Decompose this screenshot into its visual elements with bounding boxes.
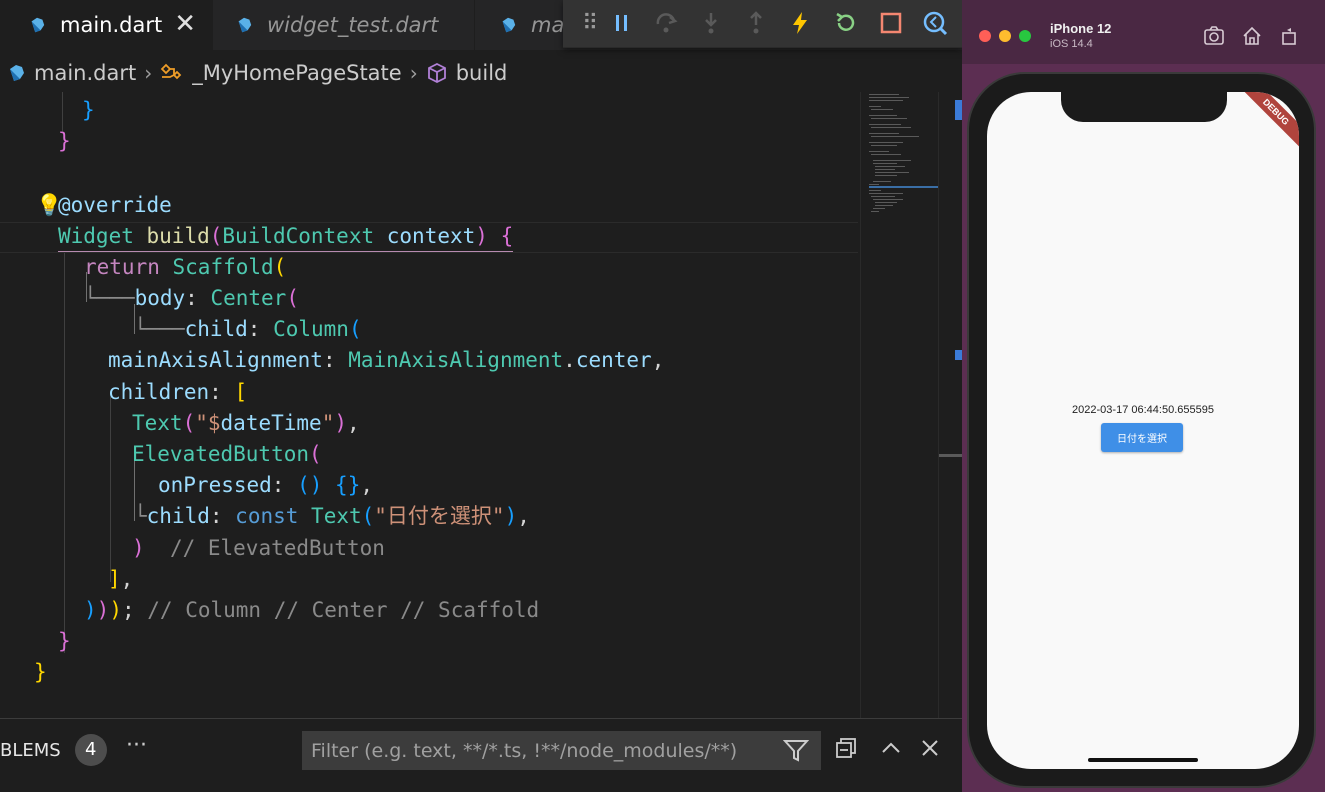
- dart-file-icon: [502, 17, 516, 33]
- simulator-os-version: iOS 14.4: [1050, 38, 1093, 50]
- code-area[interactable]: } } 💡 @override Widget build(BuildContex…: [0, 92, 858, 718]
- step-over-icon: [656, 13, 678, 33]
- problems-count-badge: 4: [74, 734, 107, 766]
- pause-icon: [616, 15, 627, 31]
- hot-restart-button[interactable]: [829, 6, 863, 40]
- screenshot-icon[interactable]: [1203, 26, 1225, 46]
- simulator-titlebar: iPhone 12 iOS 14.4: [962, 0, 1325, 64]
- code-line: @override: [58, 193, 172, 217]
- step-over-button[interactable]: [650, 6, 684, 40]
- chevron-right-icon: ›: [409, 61, 418, 85]
- breadcrumb-file[interactable]: main.dart: [0, 61, 136, 85]
- breadcrumb: main.dart › _MyHomePageState › build: [0, 54, 962, 92]
- step-out-icon: [750, 11, 762, 34]
- step-into-icon: [705, 13, 717, 34]
- chevron-up-icon: [882, 742, 900, 753]
- drag-handle-icon[interactable]: ⠿: [573, 6, 607, 40]
- minimap[interactable]: [860, 92, 939, 718]
- breadcrumb-file-label: main.dart: [34, 61, 137, 85]
- minimize-window-button[interactable]: [999, 30, 1011, 42]
- rotate-icon[interactable]: [1279, 26, 1299, 46]
- scroll-marker: [955, 350, 962, 360]
- code-line: return Scaffold(: [84, 255, 287, 279]
- breadcrumb-class[interactable]: _MyHomePageState: [160, 61, 402, 85]
- breadcrumb-class-label: _MyHomePageState: [192, 61, 402, 85]
- debug-banner: DEBUG: [1238, 92, 1299, 150]
- indent-guide: [64, 253, 65, 653]
- debug-toolbar: ⠿: [563, 0, 962, 48]
- stop-icon: [880, 12, 902, 34]
- restart-icon: [836, 12, 855, 31]
- zoom-window-button[interactable]: [1019, 30, 1031, 42]
- tab-label: widget_test.dart: [267, 13, 439, 37]
- lightning-icon: [793, 12, 807, 34]
- code-line: └child: const Text("日付を選択"),: [134, 504, 530, 528]
- code-line: }: [34, 660, 47, 684]
- close-window-button[interactable]: [979, 30, 991, 42]
- close-icon[interactable]: ✕: [174, 9, 196, 39]
- code-line: children: [: [108, 380, 248, 404]
- devtools-search-icon: [923, 11, 948, 36]
- code-line: }: [82, 98, 95, 122]
- scroll-thumb[interactable]: [939, 454, 962, 457]
- step-into-button[interactable]: [694, 6, 728, 40]
- tab-label: main.dart: [60, 13, 163, 37]
- chevron-right-icon: ›: [144, 61, 153, 85]
- code-editor: main.dart ✕ widget_test.dart mai ⠿ main.…: [0, 0, 962, 792]
- app-screen: DEBUG 2022-03-17 06:44:50.655595 日付を選択: [987, 92, 1299, 769]
- scroll-marker: [955, 100, 962, 120]
- close-panel-button[interactable]: [919, 737, 941, 765]
- collapse-all-icon: [836, 738, 856, 758]
- close-icon: [922, 740, 938, 756]
- dart-file-icon: [31, 17, 45, 33]
- tab-main-dart[interactable]: main.dart ✕: [0, 0, 212, 50]
- devtools-button[interactable]: [918, 6, 952, 40]
- code-line: mainAxisAlignment: MainAxisAlignment.cen…: [108, 348, 665, 372]
- class-icon: [160, 63, 182, 80]
- hot-reload-button[interactable]: [783, 6, 817, 40]
- code-line: ElevatedButton(: [132, 442, 322, 466]
- stop-button[interactable]: [874, 6, 908, 40]
- code-line: ))); // Column // Center // Scaffold: [84, 598, 540, 622]
- step-out-button[interactable]: [739, 6, 773, 40]
- code-line: ) // ElevatedButton: [132, 536, 385, 560]
- breadcrumb-method[interactable]: build: [426, 61, 508, 85]
- ios-simulator-window: iPhone 12 iOS 14.4 DEBUG 2022-03-17 06:4…: [962, 0, 1325, 792]
- code-line: └───child: Column(: [134, 317, 362, 341]
- code-line: }: [58, 629, 71, 653]
- code-line: Widget build(BuildContext context) {: [58, 221, 514, 252]
- phone-notch: [1061, 92, 1227, 122]
- filter-placeholder: Filter (e.g. text, **/*.ts, !**/node_mod…: [311, 739, 738, 762]
- tab-widget-test[interactable]: widget_test.dart: [212, 0, 474, 50]
- simulator-device-name: iPhone 12: [1050, 21, 1112, 36]
- code-line: Text("$dateTime"),: [132, 411, 360, 435]
- minimap-preview: [869, 94, 939, 212]
- select-date-button[interactable]: 日付を選択: [1101, 423, 1183, 452]
- method-cube-icon: [427, 62, 446, 84]
- tab-problems[interactable]: BLEMS 4: [0, 733, 107, 767]
- pause-button[interactable]: [605, 6, 639, 40]
- home-indicator[interactable]: [1088, 758, 1198, 762]
- problems-label: BLEMS: [0, 739, 61, 761]
- code-line: └───body: Center(: [84, 286, 299, 310]
- dart-file-icon: [10, 65, 24, 81]
- code-line: ],: [108, 567, 134, 591]
- dart-file-icon: [238, 17, 252, 33]
- iphone-frame: DEBUG 2022-03-17 06:44:50.655595 日付を選択: [967, 72, 1316, 788]
- code-line: }: [58, 129, 71, 153]
- more-actions-button[interactable]: ···: [126, 733, 147, 758]
- collapse-all-button[interactable]: [835, 737, 857, 765]
- indent-guide: [110, 397, 111, 582]
- editor-scrollbar[interactable]: [938, 92, 962, 718]
- breadcrumb-method-label: build: [455, 61, 508, 85]
- problems-filter-input[interactable]: Filter (e.g. text, **/*.ts, !**/node_mod…: [302, 731, 821, 770]
- filter-icon[interactable]: [783, 739, 809, 763]
- maximize-panel-button[interactable]: [880, 737, 902, 765]
- home-icon[interactable]: [1242, 26, 1262, 46]
- tab-main-2[interactable]: mai: [474, 0, 574, 50]
- bottom-panel: BLEMS 4 ··· Filter (e.g. text, **/*.ts, …: [0, 718, 962, 792]
- code-line: onPressed: () {},: [158, 473, 373, 497]
- app-datetime-text: 2022-03-17 06:44:50.655595: [1072, 404, 1214, 416]
